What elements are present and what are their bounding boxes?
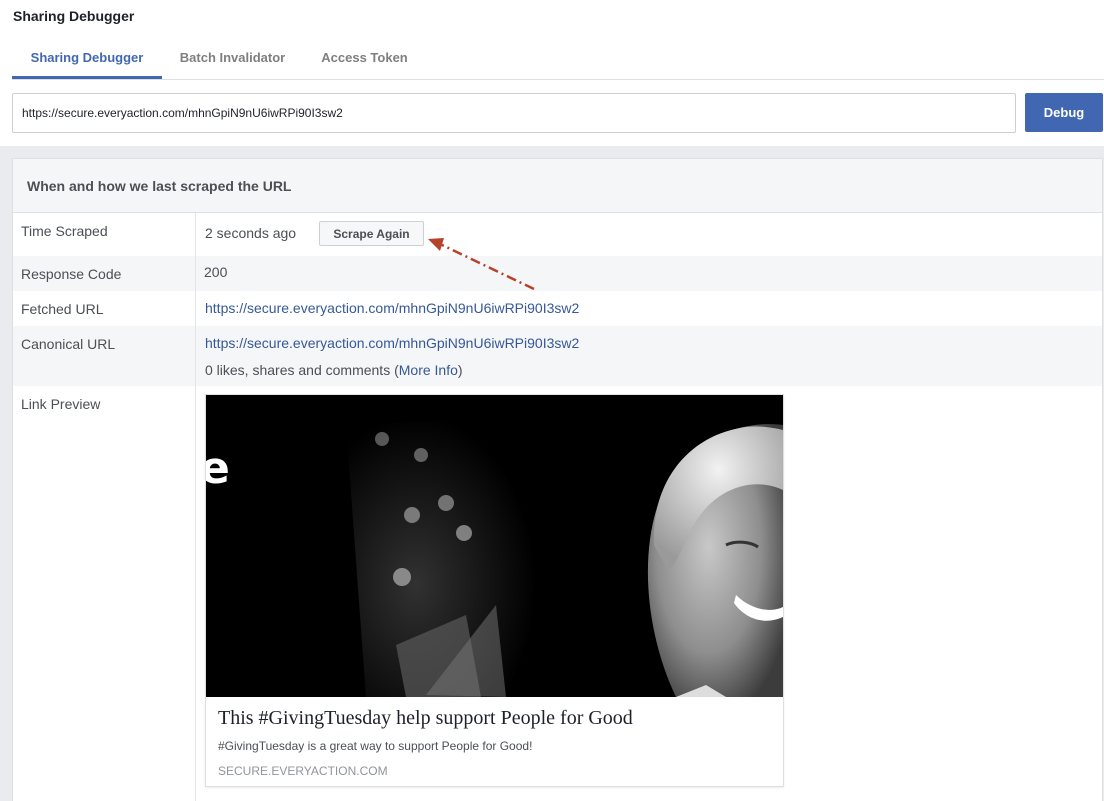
tab-sharing-debugger[interactable]: Sharing Debugger [12,44,162,79]
scrape-again-button[interactable]: Scrape Again [319,221,424,246]
row-response-code: Response Code 200 [13,256,1102,291]
tab-access-token[interactable]: Access Token [308,44,421,79]
top-bar: Sharing Debugger Sharing Debugger Batch … [0,0,1104,146]
response-code-value: 200 [204,264,228,280]
engagement-text: 0 likes, shares and comments (More Info) [205,362,463,378]
preview-photo: e [206,395,783,697]
preview-title: This #GivingTuesday help support People … [218,707,633,729]
url-input[interactable] [12,93,1016,133]
page-title: Sharing Debugger [13,8,135,24]
row-label: Canonical URL [21,336,116,352]
fetched-url-link[interactable]: https://secure.everyaction.com/mhnGpiN9n… [205,300,579,316]
panel-header: When and how we last scraped the URL [13,159,1102,213]
preview-domain: SECURE.EVERYACTION.COM [218,764,388,778]
time-scraped-value: 2 seconds ago [205,225,297,241]
engagement-count: 0 likes, shares and comments ( [205,362,399,378]
row-label: Response Code [21,266,122,282]
flag-shape [346,415,546,697]
panel-title: When and how we last scraped the URL [27,178,292,194]
debug-button[interactable]: Debug [1025,93,1103,132]
row-canonical-url: Canonical URL https://secure.everyaction… [13,326,1102,386]
preview-image: e [206,395,783,697]
canonical-url-link[interactable]: https://secure.everyaction.com/mhnGpiN9n… [205,335,579,351]
scrape-info-panel: When and how we last scraped the URL Tim… [12,158,1103,801]
row-label: Link Preview [21,396,101,412]
engagement-suffix: ) [457,362,463,378]
row-time-scraped: Time Scraped 2 seconds ago [13,213,1102,256]
link-preview-card[interactable]: e This #GivingTuesday help support Peopl… [205,394,784,787]
image-letter: e [206,443,230,494]
tab-bar: Sharing Debugger Batch Invalidator Acces… [12,44,1104,80]
row-label: Time Scraped [21,223,108,239]
more-info-link[interactable]: More Info [399,362,458,378]
preview-description: #GivingTuesday is a great way to support… [218,739,533,753]
row-fetched-url: Fetched URL https://secure.everyaction.c… [13,291,1102,326]
row-label: Fetched URL [21,301,104,317]
tab-batch-invalidator[interactable]: Batch Invalidator [167,44,298,79]
